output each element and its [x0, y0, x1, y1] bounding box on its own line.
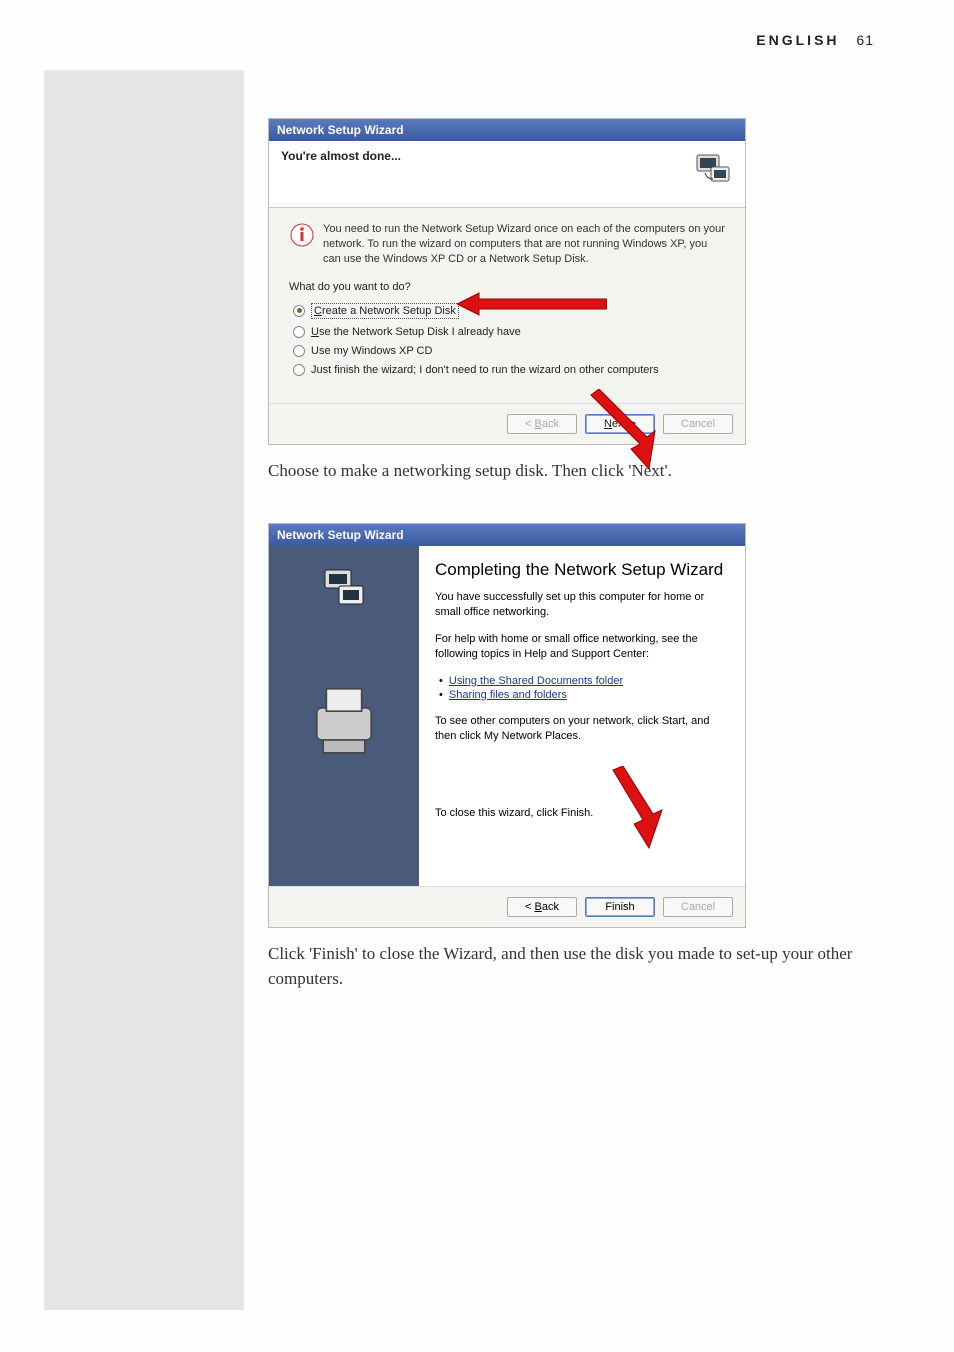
network-pc-icon [319, 564, 369, 614]
dialog-titlebar: Network Setup Wizard [269, 524, 745, 546]
paragraph: For help with home or small office netwo… [435, 632, 729, 662]
dialog-header-title: You're almost done... [281, 149, 401, 163]
radio-use-cd[interactable]: Use my Windows XP CD [293, 345, 725, 357]
paragraph: To see other computers on your network, … [435, 714, 729, 744]
dialog-titlebar: Network Setup Wizard [269, 119, 745, 141]
caption-1: Choose to make a networking setup disk. … [268, 459, 868, 484]
cancel-button[interactable]: Cancel [663, 897, 733, 917]
page-number: 61 [856, 32, 874, 48]
dialog-sidebar-graphic [269, 546, 419, 886]
network-pc-icon [693, 149, 733, 189]
paragraph: You have successfully set up this comput… [435, 590, 729, 620]
main-content: Network Setup Wizard You're almost done.… [268, 118, 878, 1031]
finish-button[interactable]: Finish [585, 897, 655, 917]
printer-icon [304, 674, 384, 774]
info-icon [289, 222, 315, 248]
dialog-body: You need to run the Network Setup Wizard… [269, 208, 745, 403]
radio-use-existing-disk[interactable]: Use the Network Setup Disk I already hav… [293, 326, 725, 338]
dialog-button-row: < Back Next > Cancel [269, 403, 745, 444]
back-button[interactable]: < Back [507, 414, 577, 434]
list-item: • Sharing files and folders [439, 688, 729, 702]
radio-just-finish[interactable]: Just finish the wizard; I don't need to … [293, 364, 725, 376]
left-margin-column [44, 70, 244, 1310]
info-row: You need to run the Network Setup Wizard… [289, 222, 725, 267]
header-language: ENGLISH [756, 32, 839, 48]
info-text: You need to run the Network Setup Wizard… [323, 222, 725, 267]
radio-label: Use the Network Setup Disk I already hav… [311, 326, 521, 338]
dialog-button-row: < Back Finish Cancel [269, 886, 745, 927]
radio-label: Just finish the wizard; I don't need to … [311, 364, 659, 376]
link-shared-documents[interactable]: Using the Shared Documents folder [449, 674, 623, 688]
bullet-icon: • [439, 674, 443, 688]
list-item: • Using the Shared Documents folder [439, 674, 729, 688]
page-header: ENGLISH 61 [756, 32, 874, 48]
next-button[interactable]: Next > [585, 414, 655, 434]
radio-icon [293, 326, 305, 338]
dialog-header: You're almost done... [269, 141, 745, 208]
prompt-text: What do you want to do? [289, 281, 725, 293]
link-sharing-files[interactable]: Sharing files and folders [449, 688, 567, 702]
link-list: • Using the Shared Documents folder • Sh… [435, 674, 729, 703]
network-setup-wizard-dialog-1: Network Setup Wizard You're almost done.… [268, 118, 746, 445]
bullet-icon: • [439, 688, 443, 702]
network-setup-wizard-dialog-2: Network Setup Wizard Completing the Netw… [268, 523, 746, 928]
radio-create-disk[interactable]: Create a Network Setup Disk [293, 303, 725, 319]
radio-icon [293, 345, 305, 357]
paragraph: To close this wizard, click Finish. [435, 806, 729, 821]
caption-2: Click 'Finish' to close the Wizard, and … [268, 942, 868, 991]
cancel-button[interactable]: Cancel [663, 414, 733, 434]
radio-icon [293, 305, 305, 317]
radio-label: Create a Network Setup Disk [311, 303, 459, 319]
radio-label: Use my Windows XP CD [311, 345, 432, 357]
dialog-content: Completing the Network Setup Wizard You … [419, 546, 745, 886]
radio-icon [293, 364, 305, 376]
dialog-title: Completing the Network Setup Wizard [435, 560, 729, 580]
back-button[interactable]: < Back [507, 897, 577, 917]
dialog-body: Completing the Network Setup Wizard You … [269, 546, 745, 886]
